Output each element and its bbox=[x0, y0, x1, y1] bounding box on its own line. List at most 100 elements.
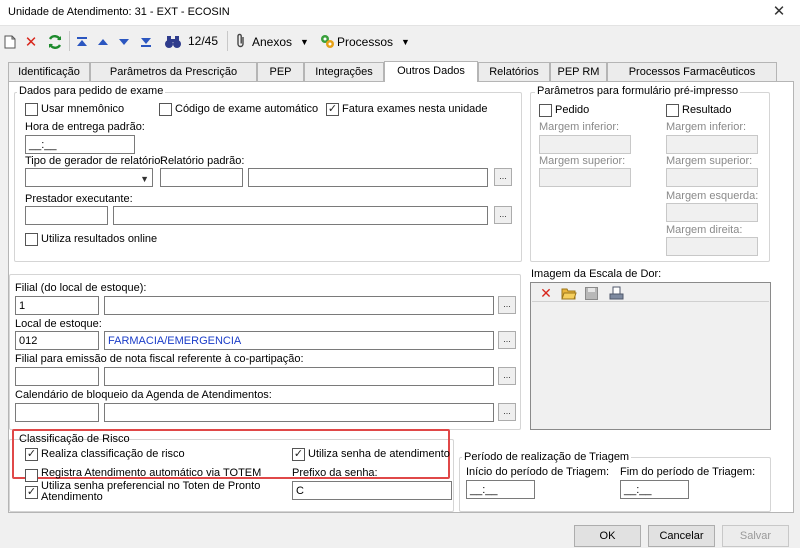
filial-nf-label: Filial para emissão de nota fiscal refer… bbox=[15, 353, 304, 365]
processes-icon bbox=[319, 33, 337, 52]
pedido-margem-superior-label: Margem superior: bbox=[539, 155, 626, 167]
first-record-icon[interactable] bbox=[74, 31, 90, 53]
resultado-margem-esquerda-input[interactable] bbox=[666, 203, 758, 222]
close-icon[interactable]: ✕ bbox=[768, 2, 790, 22]
pain-scale-label: Imagem da Escala de Dor: bbox=[531, 268, 662, 280]
filial-name-input[interactable] bbox=[104, 296, 494, 315]
resultado-label: Resultado bbox=[682, 104, 732, 116]
filial-nf-lookup-button[interactable]: ... bbox=[498, 367, 516, 385]
relatorio-padrao-code-input[interactable] bbox=[160, 168, 243, 187]
scanner-icon[interactable] bbox=[607, 282, 625, 304]
next-record-icon[interactable] bbox=[116, 31, 132, 53]
resultado-margem-inferior-label: Margem inferior: bbox=[666, 121, 747, 133]
registra-totem-checkbox[interactable] bbox=[25, 469, 38, 482]
delete-icon[interactable]: ✕ bbox=[22, 31, 40, 53]
local-estoque-label: Local de estoque: bbox=[15, 318, 102, 330]
pedido-margem-inferior-label: Margem inferior: bbox=[539, 121, 620, 133]
tab-parametros-prescricao[interactable]: Parâmetros da Prescrição bbox=[90, 62, 257, 81]
tab-processos-farmaceuticos[interactable]: Processos Farmacêuticos bbox=[607, 62, 777, 81]
pain-scale-image-area[interactable] bbox=[530, 282, 771, 430]
resultado-margem-superior-input[interactable] bbox=[666, 168, 758, 187]
save-button[interactable]: Salvar bbox=[722, 525, 789, 547]
calendario-code-input[interactable] bbox=[15, 403, 99, 422]
anexos-label: Anexos bbox=[252, 35, 293, 49]
filial-code-input[interactable]: 1 bbox=[15, 296, 99, 315]
pedido-checkbox[interactable] bbox=[539, 104, 552, 117]
local-estoque-code-input[interactable]: 012 bbox=[15, 331, 99, 350]
pedido-margem-inferior-input[interactable] bbox=[539, 135, 631, 154]
hora-entrega-label: Hora de entrega padrão: bbox=[25, 121, 145, 133]
triage-fim-input[interactable]: __:__ bbox=[620, 480, 689, 499]
calendario-name-input[interactable] bbox=[104, 403, 494, 422]
prestador-name-input[interactable] bbox=[113, 206, 488, 225]
pedido-margem-superior-input[interactable] bbox=[539, 168, 631, 187]
tab-identificacao[interactable]: Identificação bbox=[8, 62, 90, 81]
senha-preferencial-checkbox[interactable]: ✓ bbox=[25, 486, 38, 499]
resultado-margem-inferior-input[interactable] bbox=[666, 135, 758, 154]
fatura-exames-label: Fatura exames nesta unidade bbox=[342, 103, 488, 115]
previous-record-icon[interactable] bbox=[95, 31, 111, 53]
tipo-gerador-label: Tipo de gerador de relatório: bbox=[25, 155, 164, 167]
tab-pep[interactable]: PEP bbox=[257, 62, 304, 81]
binoculars-icon[interactable] bbox=[163, 31, 183, 53]
last-record-icon[interactable] bbox=[138, 31, 154, 53]
relatorio-lookup-button[interactable]: ... bbox=[494, 168, 512, 186]
new-document-icon[interactable] bbox=[2, 31, 18, 53]
fatura-exames-checkbox[interactable]: ✓ bbox=[326, 103, 339, 116]
triage-inicio-input[interactable]: __:__ bbox=[466, 480, 535, 499]
resultado-checkbox[interactable] bbox=[666, 104, 679, 117]
chevron-down-icon: ▼ bbox=[140, 174, 149, 184]
preprinted-group-label: Parâmetros para formulário pré-impresso bbox=[535, 85, 741, 97]
tab-outros-dados[interactable]: Outros Dados bbox=[384, 61, 478, 82]
record-counter: 12/45 bbox=[188, 34, 219, 48]
utiliza-resultados-label: Utiliza resultados online bbox=[41, 233, 158, 245]
calendario-lookup-button[interactable]: ... bbox=[498, 403, 516, 421]
refresh-icon[interactable] bbox=[45, 31, 65, 53]
save-image-icon[interactable] bbox=[583, 282, 599, 304]
delete-image-icon[interactable]: ✕ bbox=[538, 282, 554, 304]
tab-integracoes[interactable]: Integrações bbox=[304, 62, 384, 81]
filial-nf-code-input[interactable] bbox=[15, 367, 99, 386]
relatorio-padrao-name-input[interactable] bbox=[248, 168, 488, 187]
processos-label: Processos bbox=[337, 35, 394, 49]
anexos-dropdown-button[interactable]: Anexos ▼ bbox=[234, 31, 316, 53]
cancel-button[interactable]: Cancelar bbox=[648, 525, 715, 547]
risk-group-label: Classificação de Risco bbox=[19, 433, 130, 445]
usar-mnemonico-label: Usar mnemônico bbox=[41, 103, 125, 115]
resultado-margem-superior-label: Margem superior: bbox=[666, 155, 753, 167]
local-estoque-name-input[interactable]: FARMACIA/EMERGENCIA bbox=[104, 331, 494, 350]
tab-relatorios[interactable]: Relatórios bbox=[478, 62, 550, 81]
prestador-code-input[interactable] bbox=[25, 206, 108, 225]
filial-lookup-button[interactable]: ... bbox=[498, 296, 516, 314]
utiliza-resultados-checkbox[interactable] bbox=[25, 233, 38, 246]
title-bar: Unidade de Atendimento: 31 - EXT - ECOSI… bbox=[0, 0, 800, 26]
codigo-automatico-label: Código de exame automático bbox=[175, 103, 319, 115]
codigo-automatico-checkbox[interactable] bbox=[159, 103, 172, 116]
local-estoque-lookup-button[interactable]: ... bbox=[498, 331, 516, 349]
relatorio-padrao-label: Relatório padrão: bbox=[160, 155, 245, 167]
chevron-down-icon: ▼ bbox=[401, 37, 410, 47]
filial-nf-name-input[interactable] bbox=[104, 367, 494, 386]
utiliza-senha-checkbox[interactable]: ✓ bbox=[292, 448, 305, 461]
paperclip-icon bbox=[234, 33, 252, 52]
resultado-margem-direita-label: Margem direita: bbox=[666, 224, 743, 236]
utiliza-senha-label: Utiliza senha de atendimento bbox=[308, 448, 450, 460]
tipo-gerador-select[interactable]: ▼ bbox=[25, 168, 153, 187]
resultado-margem-direita-input[interactable] bbox=[666, 237, 758, 256]
tab-pep-rm[interactable]: PEP RM bbox=[550, 62, 607, 81]
ok-button[interactable]: OK bbox=[574, 525, 641, 547]
realiza-classificacao-label: Realiza classificação de risco bbox=[41, 448, 185, 460]
processos-dropdown-button[interactable]: Processos ▼ bbox=[319, 31, 411, 53]
filial-label: Filial (do local de estoque): bbox=[15, 282, 147, 294]
open-folder-icon[interactable] bbox=[560, 282, 578, 304]
pedido-label: Pedido bbox=[555, 104, 590, 116]
realiza-classificacao-checkbox[interactable]: ✓ bbox=[25, 448, 38, 461]
prestador-lookup-button[interactable]: ... bbox=[494, 206, 512, 224]
exam-group-label: Dados para pedido de exame bbox=[17, 85, 166, 97]
window-title: Unidade de Atendimento: 31 - EXT - ECOSI… bbox=[8, 6, 230, 18]
hora-entrega-input[interactable]: __:__ bbox=[25, 135, 135, 154]
calendario-label: Calendário de bloqueio da Agenda de Aten… bbox=[15, 389, 272, 401]
usar-mnemonico-checkbox[interactable] bbox=[25, 103, 38, 116]
prestador-label: Prestador executante: bbox=[25, 193, 133, 205]
prefixo-senha-input[interactable]: C bbox=[292, 481, 452, 500]
